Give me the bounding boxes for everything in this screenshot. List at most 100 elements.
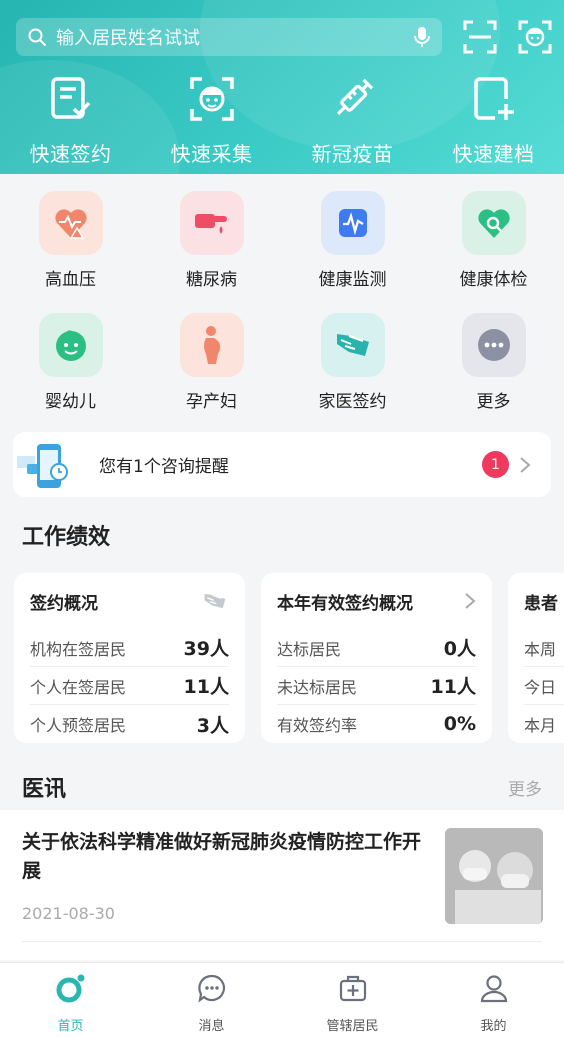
pregnant-woman-icon (203, 326, 220, 364)
tab-label: 消息 (198, 1019, 225, 1034)
card-row: 个人在签居民 11人 (30, 667, 229, 705)
news-item[interactable]: 关于依法科学精准做好新冠肺炎疫情防控工作开展 2021-08-30 (0, 810, 564, 960)
row-label: 个人预签居民 (30, 716, 127, 735)
service-tile (320, 191, 385, 255)
home-icon (56, 974, 84, 1003)
card-title: 本年有效签约概况 (277, 593, 413, 614)
service-label: 健康体检 (459, 270, 528, 290)
row-value: 11人 (430, 676, 476, 698)
handshake-contract-icon (336, 334, 369, 356)
header-banner: 输入居民姓名试试 快速签约 快速采集 新冠疫苗 快速建档 (0, 0, 564, 174)
face-scan-icon[interactable] (518, 20, 552, 54)
message-icon (197, 974, 225, 1003)
medical-kit-icon (339, 975, 366, 1002)
tab-label: 我的 (480, 1019, 507, 1034)
quick-sign-button[interactable]: 快速签约 (0, 76, 141, 167)
service-health-checkup[interactable]: 健康体检 (423, 191, 564, 290)
heart-search-icon (477, 209, 510, 238)
service-label: 糖尿病 (186, 270, 237, 290)
handshake-icon (204, 593, 226, 609)
bottom-tab-bar: 首页 消息 管辖居民 我的 (0, 962, 564, 1037)
card-title: 签约概况 (30, 593, 98, 614)
patient-card[interactable]: 患者 本周 今日 本月 (508, 573, 564, 743)
service-label: 孕产妇 (186, 392, 237, 412)
row-value: 39人 (183, 638, 229, 660)
card-row: 本月 (524, 705, 564, 743)
microphone-icon[interactable] (414, 26, 430, 48)
heartbeat-monitor-icon (338, 209, 367, 237)
service-tile (179, 313, 244, 377)
signing-overview-card[interactable]: 签约概况 机构在签居民 39人 个人在签居民 11人 个人预签居民 3人 (14, 573, 245, 743)
card-row: 个人预签居民 3人 (30, 705, 229, 743)
service-tile (461, 191, 526, 255)
phone-reminder-icon (17, 443, 68, 488)
service-more[interactable]: 更多 (423, 313, 564, 412)
news-section-title: 医讯 (22, 777, 67, 802)
quick-action-label: 快速签约 (29, 142, 112, 166)
consultation-reminder[interactable]: 您有1个咨询提醒 1 (13, 432, 551, 497)
news-title: 关于依法科学精准做好新冠肺炎疫情防控工作开展 (22, 831, 422, 882)
card-row: 今日 (524, 667, 564, 705)
row-label: 本月 (524, 716, 557, 735)
service-label: 健康监测 (318, 270, 387, 290)
service-hypertension[interactable]: 高血压 (0, 191, 141, 290)
scan-icon[interactable] (463, 20, 497, 54)
reminder-count-badge: 1 (482, 451, 509, 478)
quick-capture-button[interactable]: 快速采集 (141, 76, 282, 167)
service-label: 婴幼儿 (45, 392, 96, 412)
service-tile (320, 313, 385, 377)
card-row: 达标居民 0人 (277, 629, 476, 667)
service-tile (461, 313, 526, 377)
service-diabetes[interactable]: 糖尿病 (141, 191, 282, 290)
service-infant[interactable]: 婴幼儿 (0, 313, 141, 412)
tab-home[interactable]: 首页 (0, 973, 141, 1034)
row-label: 个人在签居民 (30, 677, 127, 697)
annual-effective-signing-card[interactable]: 本年有效签约概况 达标居民 0人 未达标居民 11人 有效签约率 0% (261, 573, 492, 743)
covid-vaccine-button[interactable]: 新冠疫苗 (282, 76, 423, 167)
service-label: 高血压 (45, 270, 96, 290)
search-icon (28, 28, 46, 46)
card-row: 有效签约率 0% (277, 705, 476, 743)
tab-messages[interactable]: 消息 (141, 973, 282, 1034)
quick-file-button[interactable]: 快速建档 (423, 76, 564, 167)
chevron-right-icon (465, 593, 476, 609)
service-health-monitor[interactable]: 健康监测 (282, 191, 423, 290)
row-label: 机构在签居民 (30, 639, 127, 659)
row-label: 有效签约率 (277, 716, 358, 735)
service-tile (38, 313, 103, 377)
quick-action-label: 新冠疫苗 (311, 142, 394, 166)
row-value: 0% (443, 713, 476, 735)
row-value: 11人 (183, 676, 229, 698)
card-title: 患者 (524, 593, 558, 614)
row-label: 今日 (524, 677, 557, 697)
vaccine-syringe-icon (336, 78, 373, 115)
search-bar[interactable]: 输入居民姓名试试 (16, 18, 442, 56)
sign-document-icon (50, 77, 90, 119)
service-maternal[interactable]: 孕产妇 (141, 313, 282, 412)
performance-title: 工作绩效 (22, 525, 111, 550)
card-row: 机构在签居民 39人 (30, 629, 229, 667)
more-dots-icon (477, 329, 510, 361)
search-input[interactable]: 输入居民姓名试试 (56, 24, 414, 50)
divider (22, 941, 542, 942)
row-value: 0人 (443, 638, 476, 660)
user-icon (480, 975, 507, 1003)
service-family-doctor[interactable]: 家医签约 (282, 313, 423, 412)
tab-residents[interactable]: 管辖居民 (282, 973, 423, 1034)
row-label: 本周 (524, 639, 557, 659)
tab-mine[interactable]: 我的 (423, 973, 564, 1034)
face-capture-icon (189, 77, 234, 121)
quick-action-label: 快速建档 (452, 142, 535, 166)
service-label: 更多 (476, 392, 511, 412)
news-thumbnail-medical-staff (445, 828, 543, 924)
card-row: 未达标居民 11人 (277, 667, 476, 705)
heart-alert-icon (54, 209, 87, 239)
tab-label: 首页 (57, 1019, 84, 1034)
row-value: 3人 (196, 714, 229, 737)
news-more-link[interactable]: 更多 (508, 775, 542, 800)
baby-face-icon (55, 330, 86, 361)
finger-blood-icon (194, 214, 227, 234)
service-label: 家医签约 (318, 392, 387, 412)
card-row: 本周 (524, 629, 564, 667)
quick-action-label: 快速采集 (170, 142, 253, 166)
